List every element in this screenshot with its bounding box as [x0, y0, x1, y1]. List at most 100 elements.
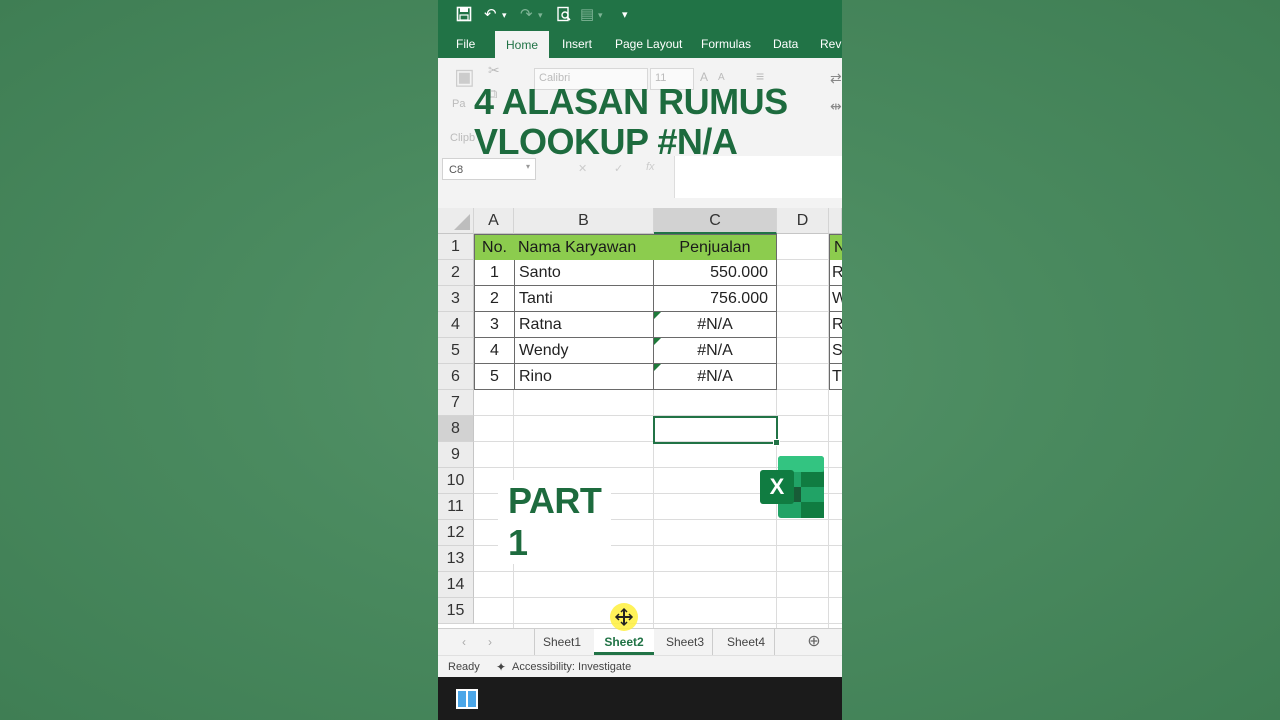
row-header-14[interactable]: 14 [438, 572, 474, 598]
row-header-3[interactable]: 3 [438, 286, 474, 312]
error-indicator-icon[interactable] [654, 338, 661, 345]
cursor-highlight [610, 603, 638, 631]
wrap-text-icon[interactable]: ⇄ [830, 70, 842, 87]
tab-insert[interactable]: Insert [562, 30, 592, 58]
row-header-4[interactable]: 4 [438, 312, 474, 338]
side-table-cell[interactable]: R [829, 260, 842, 286]
side-table-cell[interactable]: T [829, 364, 842, 390]
row-header-8[interactable]: 8 [438, 416, 474, 442]
side-table-cell[interactable]: S [829, 338, 842, 364]
undo-icon[interactable]: ↶ [484, 6, 497, 24]
sheet-tab-1[interactable]: Sheet1 [534, 629, 589, 655]
merge-icon[interactable]: ⇹ [830, 98, 842, 115]
error-value: #N/A [697, 316, 733, 333]
row-header-10[interactable]: 10 [438, 468, 474, 494]
row-header-5[interactable]: 5 [438, 338, 474, 364]
row-header-6[interactable]: 6 [438, 364, 474, 390]
table-cell-sales-error[interactable]: #N/A [654, 338, 777, 364]
table-cell-name[interactable]: Tanti [515, 286, 654, 312]
side-table-cell[interactable]: W [829, 286, 842, 312]
row-header-9[interactable]: 9 [438, 442, 474, 468]
save-icon[interactable] [456, 6, 472, 27]
tab-data[interactable]: Data [773, 30, 798, 58]
error-indicator-icon[interactable] [654, 312, 661, 319]
sheet-tab-4[interactable]: Sheet4 [718, 629, 775, 655]
table-cell-name[interactable]: Ratna [515, 312, 654, 338]
table-cell-name[interactable]: Santo [515, 260, 654, 286]
insert-function-icon[interactable]: fx [646, 161, 655, 173]
table-cell-name[interactable]: Wendy [515, 338, 654, 364]
table-cell-no[interactable]: 4 [474, 338, 515, 364]
table-cell-no[interactable]: 3 [474, 312, 515, 338]
column-header-c[interactable]: C [654, 208, 777, 234]
customize-qat-icon[interactable]: ▾ [622, 6, 628, 24]
row-header-13[interactable]: 13 [438, 546, 474, 572]
table-header-no[interactable]: No. [474, 234, 515, 261]
side-table-header[interactable]: N [829, 234, 842, 261]
scroll-right-icon[interactable]: › [484, 629, 496, 655]
part-label-overlay: PART 1 [498, 480, 612, 564]
windows-taskbar [438, 677, 842, 720]
accessibility-status[interactable]: Accessibility: Investigate [512, 656, 631, 678]
title-line-1: 4 ALASAN RUMUS [474, 81, 788, 122]
windows-start-icon[interactable] [456, 689, 478, 714]
active-cell-c8[interactable] [653, 416, 780, 446]
chevron-down-icon: ▾ [538, 10, 543, 20]
cancel-icon[interactable]: ✕ [578, 162, 587, 175]
table-cell-no[interactable]: 1 [474, 260, 515, 286]
table-cell-sales-error[interactable]: #N/A [654, 312, 777, 338]
sheet-tab-3[interactable]: Sheet3 [658, 629, 713, 655]
formula-bar: C8 ▾ ✕ ✓ fx [438, 156, 842, 208]
chevron-down-icon[interactable]: ▾ [502, 6, 507, 24]
chevron-down-icon: ▾ [598, 10, 603, 20]
status-ready: Ready [448, 661, 480, 673]
formula-input[interactable] [674, 156, 842, 198]
table-header-name[interactable]: Nama Karyawan [514, 234, 655, 261]
table-cell-no[interactable]: 2 [474, 286, 515, 312]
quick-access-toolbar: ↶ ▾ ↷ ▾ ▤ ▾ ▾ [438, 0, 842, 30]
ribbon-home: ▣ Pa ✂ ⧉ Clipb Calibri 11 A A ≡ ⇄ ⇹ 4 AL… [438, 58, 842, 162]
column-header-d[interactable]: D [777, 208, 829, 234]
row-header-1[interactable]: 1 [438, 234, 474, 260]
enter-icon[interactable]: ✓ [614, 162, 623, 175]
table-header-sales[interactable]: Penjualan [654, 234, 777, 261]
row-header-15[interactable]: 15 [438, 598, 474, 624]
fill-handle[interactable] [773, 439, 780, 446]
sheet-tab-bar: ‹ › Sheet1 Sheet2 Sheet3 Sheet4 ⊕ [438, 628, 842, 656]
excel-logo-icon: X [760, 456, 824, 518]
row-header-11[interactable]: 11 [438, 494, 474, 520]
table-cell-sales-error[interactable]: #N/A [654, 364, 777, 390]
table-cell-name[interactable]: Rino [515, 364, 654, 390]
row-header-7[interactable]: 7 [438, 390, 474, 416]
select-all-corner[interactable] [438, 208, 474, 234]
table-cell-no[interactable]: 5 [474, 364, 515, 390]
accessibility-icon[interactable]: ✦ [496, 656, 506, 678]
cut-icon[interactable]: ✂ [488, 62, 500, 79]
clipboard-group-label: Clipb [450, 132, 476, 144]
tab-review[interactable]: Revi [820, 30, 842, 58]
name-box[interactable]: C8 [442, 158, 536, 180]
column-header-a[interactable]: A [474, 208, 514, 234]
tab-page-layout[interactable]: Page Layout [615, 30, 682, 58]
print-preview-icon[interactable] [556, 6, 572, 27]
table-cell-sales[interactable]: 550.000 [654, 260, 777, 286]
paste-icon[interactable]: ▣ [454, 64, 475, 90]
error-value: #N/A [697, 342, 733, 359]
add-sheet-icon[interactable]: ⊕ [804, 629, 824, 655]
scroll-left-icon[interactable]: ‹ [458, 629, 470, 655]
excel-logo-letter: X [770, 474, 785, 499]
tab-home[interactable]: Home [495, 31, 549, 58]
paste-label: Pa [452, 98, 466, 110]
sheet-tab-2[interactable]: Sheet2 [594, 629, 654, 655]
column-header-e[interactable] [829, 208, 842, 234]
status-bar: Ready ✦ Accessibility: Investigate [438, 655, 842, 678]
side-table-cell[interactable]: R [829, 312, 842, 338]
tab-formulas[interactable]: Formulas [701, 30, 751, 58]
column-header-b[interactable]: B [514, 208, 654, 234]
chevron-down-icon[interactable]: ▾ [526, 162, 530, 171]
table-cell-sales[interactable]: 756.000 [654, 286, 777, 312]
row-header-2[interactable]: 2 [438, 260, 474, 286]
tab-file[interactable]: File [456, 30, 475, 58]
row-header-12[interactable]: 12 [438, 520, 474, 546]
error-indicator-icon[interactable] [654, 364, 661, 371]
